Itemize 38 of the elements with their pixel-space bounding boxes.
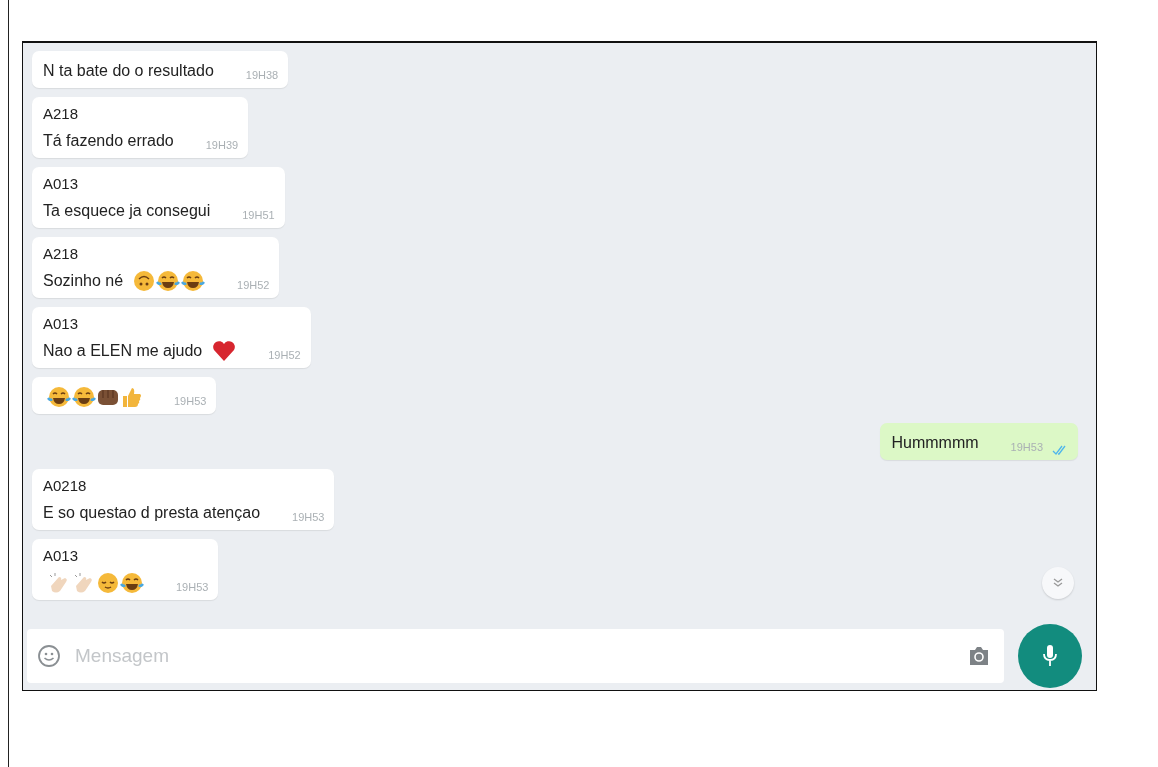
message-time: 19H39 bbox=[205, 138, 239, 153]
message-field[interactable]: Mensagem bbox=[27, 629, 1004, 683]
message-time: 19H53 bbox=[1010, 440, 1043, 455]
laughing-face-icon bbox=[47, 386, 71, 408]
sender-name: A218 bbox=[43, 104, 80, 124]
sender-name: A218 bbox=[43, 244, 80, 264]
laughing-face-icon bbox=[72, 386, 96, 408]
message-text: Sozinho né bbox=[43, 271, 124, 291]
message-time: 19H52 bbox=[237, 278, 270, 293]
message-text: N ta bate do o resultado bbox=[43, 61, 214, 81]
sender-name: A0218 bbox=[43, 476, 88, 496]
microphone-icon bbox=[1042, 644, 1058, 668]
message-input-field[interactable]: Mensagem bbox=[73, 644, 956, 668]
emoji-icon[interactable] bbox=[37, 644, 61, 668]
smiley-icon bbox=[97, 572, 119, 594]
laughing-face-icon bbox=[156, 270, 181, 292]
double-chevron-down-icon bbox=[1053, 578, 1063, 588]
fist-icon bbox=[97, 387, 119, 407]
camera-icon[interactable] bbox=[968, 646, 990, 666]
heart-icon bbox=[212, 340, 237, 362]
message-time: 19H38 bbox=[245, 68, 279, 83]
message-text: E so questao d presta atençao bbox=[43, 503, 261, 523]
message-time: 19H53 bbox=[176, 580, 209, 595]
sender-name: A013 bbox=[43, 546, 80, 566]
message-time: 19H52 bbox=[268, 348, 301, 363]
smiley-icon bbox=[133, 270, 156, 292]
message-time: 19H53 bbox=[174, 394, 207, 409]
message-time: 19H53 bbox=[292, 510, 325, 525]
sender-name: A013 bbox=[43, 174, 80, 194]
laughing-face-icon bbox=[181, 270, 206, 292]
message-text: Nao a ELEN me ajudo bbox=[43, 341, 203, 361]
message-text: Hummmmm bbox=[891, 433, 979, 453]
message-text: Ta esquece ja consegui bbox=[43, 201, 211, 221]
thumbs-up-icon bbox=[120, 386, 142, 408]
message-text: Tá fazendo errado bbox=[43, 131, 174, 151]
laughing-face-icon bbox=[120, 572, 144, 594]
message-time: 19H51 bbox=[242, 208, 275, 223]
sender-name: A013 bbox=[43, 314, 80, 334]
